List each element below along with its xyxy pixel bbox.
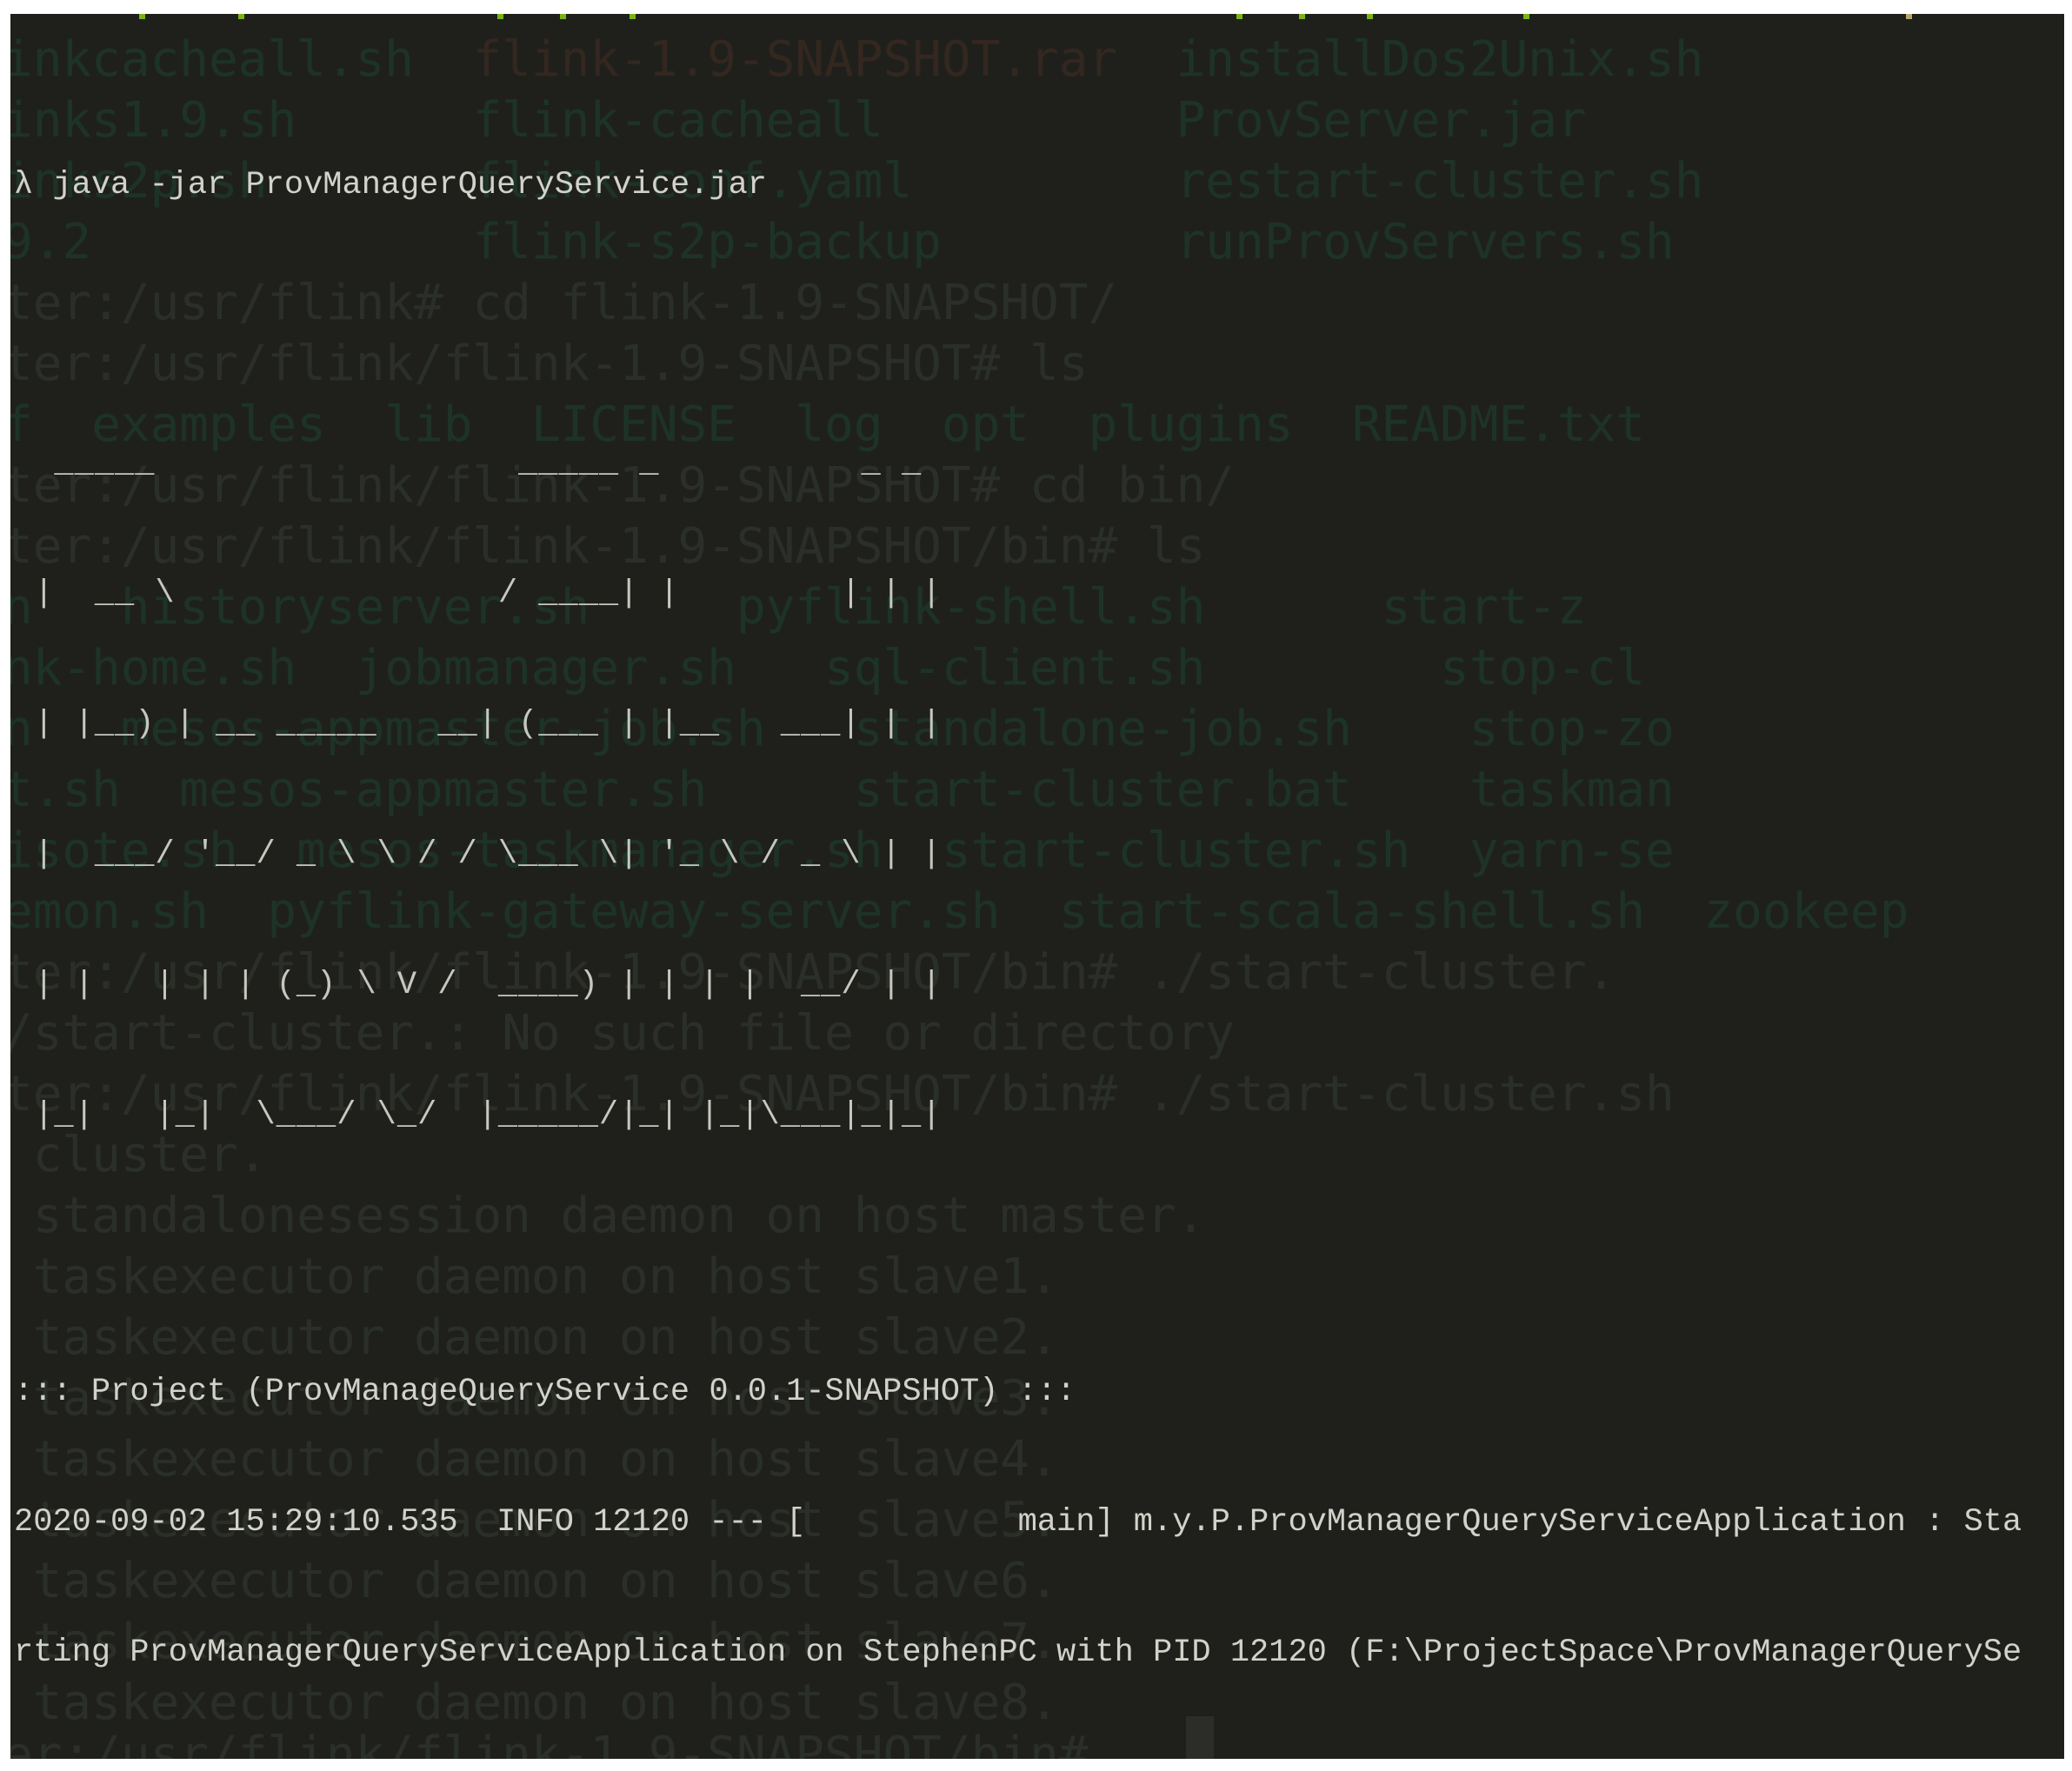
banner-line: | | | | | (_) \ V / ____) | | | | __/ | …: [14, 967, 943, 1003]
ascii-banner: _____ _____ _ _ _ | __ \ / ____| | | | |…: [14, 355, 2022, 1224]
top-edge-marks: [10, 14, 2064, 19]
banner-line: | ___/ '__/ _ \ \ / / \___ \| '_ \ / _ \…: [14, 836, 943, 873]
terminal-output: λ java -jar ProvManagerQueryService.jar …: [14, 33, 2022, 1759]
terminal-window[interactable]: inkcacheall.sh flink-1.9-SNAPSHOT.rar in…: [10, 14, 2064, 1759]
banner-line: | |__) | __ _____ __| (___ | |__ ___| | …: [14, 706, 943, 742]
banner-line: |_| |_| \___/ \_/ |_____/|_| |_|\___|_|_…: [14, 1097, 943, 1134]
log-line: rting ProvManagerQueryServiceApplication…: [14, 1635, 2022, 1671]
log-line: 2020-09-02 15:29:10.535 INFO 12120 --- […: [14, 1504, 2022, 1541]
project-line: ::: Project (ProvManageQueryService 0.0.…: [14, 1374, 1076, 1410]
command-line: λ java -jar ProvManagerQueryService.jar: [14, 163, 2022, 207]
command-text: java -jar ProvManagerQueryService.jar: [52, 167, 767, 203]
lambda-prompt-icon: λ: [14, 167, 34, 203]
banner-line: | __ \ / ____| | | | |: [14, 576, 943, 612]
banner-line: _____ _____ _ _ _: [14, 445, 943, 482]
